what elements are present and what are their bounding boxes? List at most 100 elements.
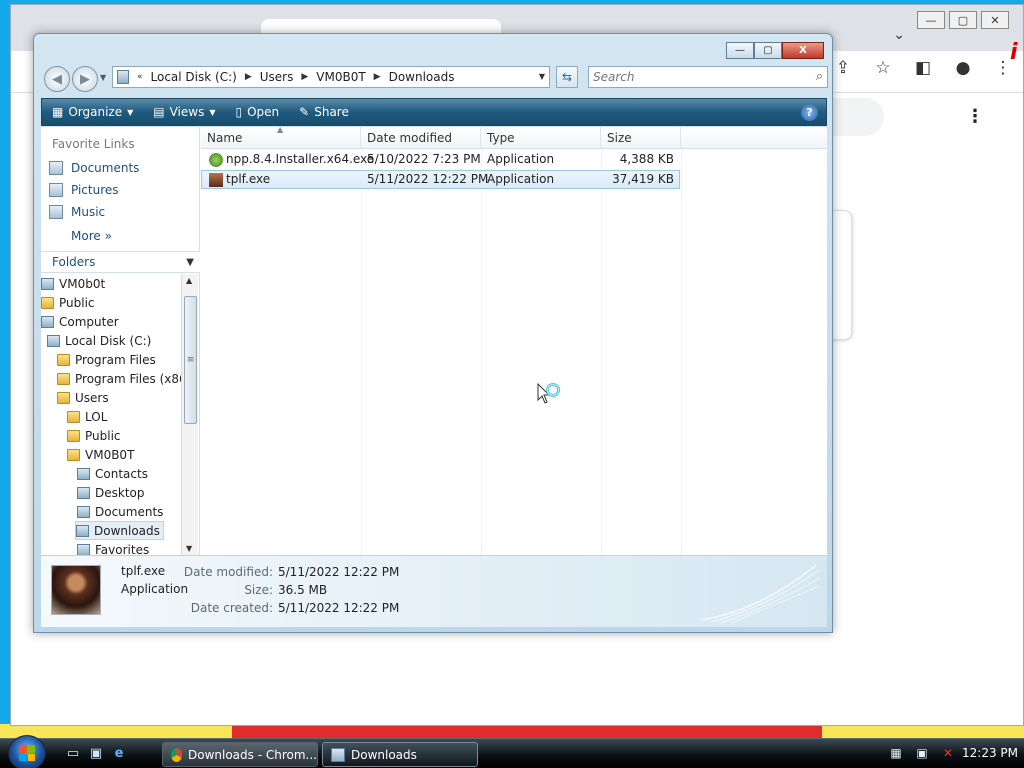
views-button[interactable]: ▤ Views ▼ (143, 99, 225, 125)
open-button[interactable]: ▯ Open (226, 99, 290, 125)
folders-header[interactable]: Folders ▼ (41, 251, 200, 273)
tree-scrollbar[interactable]: ▲ ≡ ▼ (181, 274, 198, 555)
column-header-date-modified[interactable]: Date modified (361, 127, 481, 149)
search-input[interactable] (589, 67, 789, 87)
folder-icon (67, 448, 80, 461)
breadcrumb-separator-icon[interactable]: ▶ (374, 72, 381, 82)
sidepanel-icon[interactable]: ◧ (912, 58, 934, 78)
share-label: Share (314, 105, 349, 119)
organize-button[interactable]: ▦ Organize ▼ (42, 99, 143, 125)
address-bar[interactable]: « Local Disk (C:) ▶ Users ▶ VM0B0T ▶ Dow… (112, 66, 550, 88)
breadcrumb-item[interactable]: Users (260, 70, 294, 84)
file-type: Application (487, 172, 555, 186)
more-links-button[interactable]: More » (71, 229, 112, 243)
favorite-link-label: Music (71, 205, 106, 219)
clock[interactable]: 12:23 PM (962, 746, 1018, 760)
system-tray: ▦ ▣ ✕ (888, 745, 956, 761)
tree-item-public[interactable]: Public (41, 293, 95, 312)
page-menu-icon[interactable]: ⋮ (966, 106, 984, 127)
maximize-icon[interactable]: ▢ (949, 11, 977, 29)
breadcrumb-separator-icon[interactable]: ▶ (245, 72, 252, 82)
tree-item-label: Favorites (95, 542, 150, 556)
chrome-icon (171, 747, 182, 762)
search-icon[interactable]: ⌕ (816, 69, 823, 84)
folder-icon (117, 70, 129, 84)
volume-muted-icon[interactable]: ✕ (940, 745, 956, 761)
column-header-label: Size (607, 130, 632, 145)
organize-icon: ▦ (52, 105, 64, 119)
tree-item-program-files[interactable]: Program Files (57, 350, 156, 369)
help-icon[interactable]: ? (801, 104, 818, 121)
tree-item-users[interactable]: Users (57, 388, 109, 407)
star-icon[interactable]: ☆ (872, 58, 894, 78)
show-desktop-icon[interactable]: ▭ (64, 745, 82, 761)
file-row-selected[interactable]: tplf.exe 5/11/2022 12:22 PM Application … (201, 170, 680, 189)
scrollbar-thumb[interactable]: ≡ (184, 296, 197, 424)
tree-item-vm0b0t-user[interactable]: VM0B0T (67, 445, 134, 464)
profile-icon[interactable]: ● (952, 58, 974, 78)
column-header-type[interactable]: Type (481, 127, 601, 149)
tree-item-public-user[interactable]: Public (67, 426, 121, 445)
favorite-link-pictures[interactable]: Pictures (49, 183, 119, 197)
scroll-up-icon[interactable]: ▲ (186, 276, 192, 285)
scroll-down-icon[interactable]: ▼ (186, 544, 192, 553)
breadcrumb-item[interactable]: Local Disk (C:) (151, 70, 237, 84)
tree-item-computer[interactable]: Computer (41, 312, 119, 331)
forward-button[interactable]: ▶ (72, 66, 98, 92)
favorite-link-documents[interactable]: Documents (49, 161, 139, 175)
explorer-window: — ▢ X ◀ ▶ ▼ « Local Disk (C:) ▶ Users ▶ … (33, 33, 833, 633)
tree-item-downloads[interactable]: Downloads (75, 521, 164, 540)
tree-item-documents[interactable]: Documents (77, 502, 163, 521)
column-header-label: Date modified (367, 130, 453, 145)
start-button[interactable] (8, 735, 46, 768)
file-date: 5/11/2022 12:22 PM (367, 172, 489, 186)
folder-icon (57, 372, 70, 385)
tree-item-label: Public (85, 428, 121, 443)
chrome-page-card (830, 210, 852, 340)
network-icon[interactable]: ▦ (888, 745, 904, 761)
taskbar-item-explorer[interactable]: Downloads (322, 742, 478, 767)
file-row[interactable]: npp.8.4.Installer.x64.exe 5/10/2022 7:23… (201, 151, 680, 170)
switch-windows-icon[interactable]: ▣ (87, 745, 105, 761)
tree-item-contacts[interactable]: Contacts (77, 464, 148, 483)
favorite-link-music[interactable]: Music (49, 205, 105, 219)
close-button[interactable]: X (782, 42, 824, 59)
breadcrumb-overflow-icon[interactable]: « (137, 72, 143, 82)
search-box[interactable]: ⌕ (588, 66, 828, 88)
column-divider (481, 149, 482, 555)
share-button[interactable]: ✎ Share (289, 99, 359, 125)
breadcrumb-separator-icon[interactable]: ▶ (301, 72, 308, 82)
tree-item-label: Users (75, 390, 109, 405)
close-icon[interactable]: ✕ (981, 11, 1009, 29)
connection-icon[interactable]: ▣ (914, 745, 930, 761)
tree-item-lol[interactable]: LOL (67, 407, 107, 426)
chevron-down-icon[interactable]: ⌄ (893, 27, 905, 43)
tree-item-label: Program Files (75, 352, 156, 367)
address-dropdown-icon[interactable]: ▼ (539, 72, 545, 81)
tree-item-label: Contacts (95, 466, 148, 481)
share-icon: ✎ (299, 105, 310, 119)
tree-item-local-disk[interactable]: Local Disk (C:) (47, 331, 151, 350)
tree-item-label: Computer (59, 314, 119, 329)
back-button[interactable]: ◀ (44, 66, 70, 92)
chevron-down-icon: ▼ (209, 107, 216, 117)
internet-explorer-icon[interactable]: e (110, 745, 128, 761)
maximize-button[interactable]: ▢ (754, 42, 782, 59)
tree-item-desktop[interactable]: Desktop (77, 483, 145, 502)
column-header-name[interactable]: ▲ Name (201, 125, 361, 149)
folder-icon (57, 391, 70, 404)
tree-item-favorites[interactable]: Favorites (77, 540, 149, 555)
breadcrumb-item[interactable]: Downloads (389, 70, 455, 84)
tree-item-program-files-x86[interactable]: Program Files (x86) (57, 369, 181, 388)
user-folder-icon (41, 277, 54, 290)
minimize-button[interactable]: — (726, 42, 754, 59)
refresh-button[interactable]: ⇆ (556, 66, 578, 88)
minimize-icon[interactable]: — (917, 11, 945, 29)
column-header-size[interactable]: Size (601, 127, 681, 149)
breadcrumb-item[interactable]: VM0B0T (316, 70, 365, 84)
tree-item-vm0b0t[interactable]: VM0b0t (41, 274, 105, 293)
taskbar-item-chrome[interactable]: Downloads - Chrom... (162, 742, 318, 767)
share-icon[interactable]: ⇪ (832, 58, 854, 78)
recent-pages-dropdown[interactable]: ▼ (100, 73, 106, 82)
tree-item-label: Public (59, 295, 95, 310)
